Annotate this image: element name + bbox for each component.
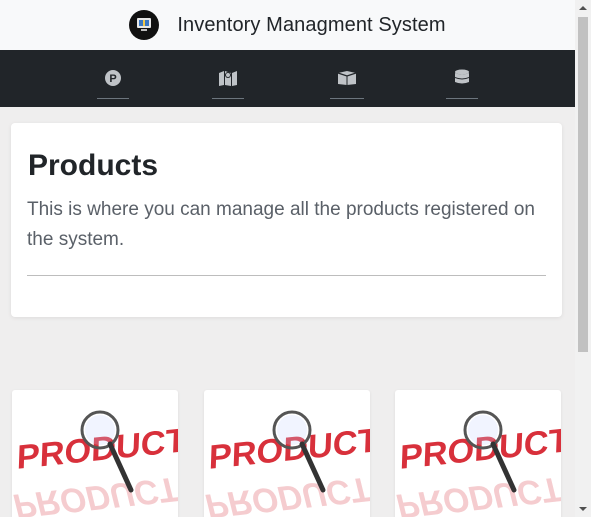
nav-underline	[97, 98, 129, 99]
product-card[interactable]: PRODUCT PRODUCT	[204, 390, 370, 517]
svg-text:P: P	[109, 73, 116, 85]
scroll-down-arrow-icon[interactable]	[575, 501, 591, 517]
page-title: Products	[28, 149, 159, 182]
svg-text:PRODUCT: PRODUCT	[204, 470, 370, 517]
nav-item-map[interactable]	[212, 50, 244, 107]
box-icon	[336, 68, 358, 88]
page-header-card: Products This is where you can manage al…	[11, 123, 562, 317]
scrollbar-thumb[interactable]	[578, 17, 588, 352]
app-title[interactable]: Inventory Managment System	[177, 14, 445, 37]
product-card[interactable]: PRODUCT PRODUCT	[395, 390, 561, 517]
page-description: This is where you can manage all the pro…	[27, 199, 535, 250]
svg-text:PRODUCT: PRODUCT	[12, 470, 178, 517]
product-image: PRODUCT PRODUCT	[395, 410, 561, 517]
map-icon	[218, 68, 238, 88]
product-image: PRODUCT PRODUCT	[12, 410, 178, 517]
nav-underline	[446, 98, 478, 99]
svg-text:PRODUCT: PRODUCT	[395, 470, 561, 517]
vertical-scrollbar[interactable]	[575, 0, 591, 517]
monitor-logo-icon[interactable]	[129, 10, 160, 40]
nav-item-parking[interactable]: P	[97, 50, 129, 107]
divider	[27, 275, 546, 276]
nav-underline	[212, 98, 244, 99]
brand-bar: Inventory Managment System	[0, 0, 575, 50]
page: Inventory Managment System P Products Th…	[0, 0, 575, 517]
parking-icon: P	[104, 68, 122, 88]
icon-nav	[0, 50, 575, 107]
nav-item-database[interactable]	[446, 50, 478, 107]
product-image: PRODUCT PRODUCT	[204, 410, 370, 517]
product-card[interactable]: PRODUCT PRODUCT	[12, 390, 178, 517]
nav-item-box[interactable]	[330, 50, 364, 107]
database-icon	[454, 68, 470, 88]
nav-underline	[330, 98, 364, 99]
scroll-up-arrow-icon[interactable]	[575, 0, 591, 16]
